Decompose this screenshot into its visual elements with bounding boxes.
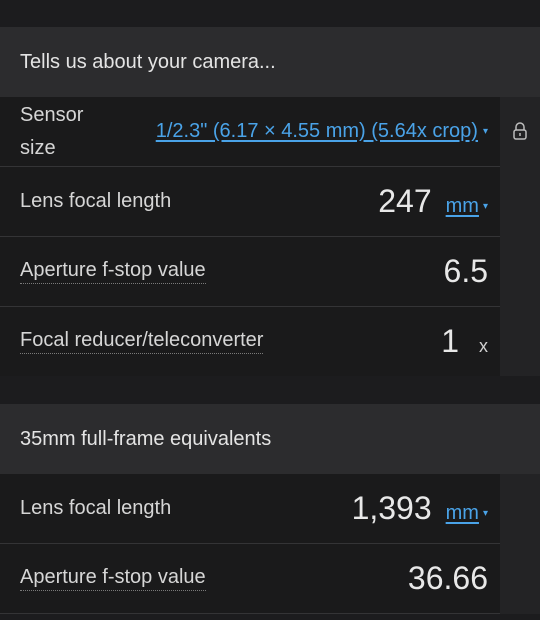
sensor-size-label: Sensor size [20,99,100,165]
sensor-size-label-line2: size [20,136,56,159]
equiv-focal-length-unit-dropdown[interactable]: mm ▾ [446,502,488,525]
equivalents-section-header: 35mm full-frame equivalents [0,404,540,474]
equiv-focal-length-value: 1,393 [351,490,432,526]
equiv-aperture-label: Aperture f-stop value [20,566,206,591]
sensor-size-dropdown[interactable]: 1/2.3" (6.17 × 4.55 mm) (5.64x crop) ▾ [156,120,488,143]
sensor-size-row: Sensor size 1/2.3" (6.17 × 4.55 mm) (5.6… [0,97,500,167]
equivalents-section: 35mm full-frame equivalents Lens focal l… [0,404,540,614]
reducer-input[interactable]: 1 [441,323,459,360]
camera-section: Tells us about your camera... Sensor siz… [0,27,540,376]
camera-section-header: Tells us about your camera... [0,27,540,97]
reducer-value-group: 1 x [441,323,488,360]
chevron-down-icon: ▾ [482,508,488,520]
equiv-focal-length-value-group: 1,393 mm ▾ [352,490,488,527]
aperture-row: Aperture f-stop value 6.5 [0,237,500,307]
equiv-aperture-row: Aperture f-stop value 36.66 [0,544,500,614]
focal-length-unit-dropdown[interactable]: mm ▾ [446,195,488,218]
chevron-down-icon: ▾ [482,201,488,213]
equivalents-rows: Lens focal length 1,393 mm ▾ Aperture f-s… [0,474,500,614]
aperture-label: Aperture f-stop value [20,259,206,284]
equiv-aperture-value: 36.66 [407,560,488,596]
equiv-focal-length-row: Lens focal length 1,393 mm ▾ [0,474,500,544]
aperture-input[interactable]: 6.5 [444,253,488,290]
focal-length-unit: mm [445,195,479,217]
focal-length-value-group: 247 mm ▾ [378,183,488,220]
top-spacer [0,0,540,27]
sensor-size-value: 1/2.3" (6.17 × 4.55 mm) (5.64x crop) [155,120,478,142]
equivalents-rows-wrap: Lens focal length 1,393 mm ▾ Aperture f-s… [0,474,540,614]
lock-icon[interactable] [512,121,528,141]
sensor-size-label-line1: Sensor [20,103,84,126]
equiv-focal-length-unit: mm [445,502,479,524]
reducer-label: Focal reducer/teleconverter [20,329,264,354]
reducer-unit: x [479,336,488,356]
focal-length-input[interactable]: 247 [378,183,431,220]
reducer-row: Focal reducer/teleconverter 1 x [0,307,500,376]
equiv-focal-length-label: Lens focal length [20,497,172,519]
equivalents-side-column [500,474,540,614]
lock-column [500,97,540,376]
camera-rows: Sensor size 1/2.3" (6.17 × 4.55 mm) (5.6… [0,97,500,376]
section-spacer [0,376,540,404]
focal-length-row: Lens focal length 247 mm ▾ [0,167,500,237]
camera-rows-wrap: Sensor size 1/2.3" (6.17 × 4.55 mm) (5.6… [0,97,540,376]
chevron-down-icon: ▾ [482,126,488,138]
calculator-panel: Tells us about your camera... Sensor siz… [0,0,540,620]
focal-length-label: Lens focal length [20,190,172,212]
